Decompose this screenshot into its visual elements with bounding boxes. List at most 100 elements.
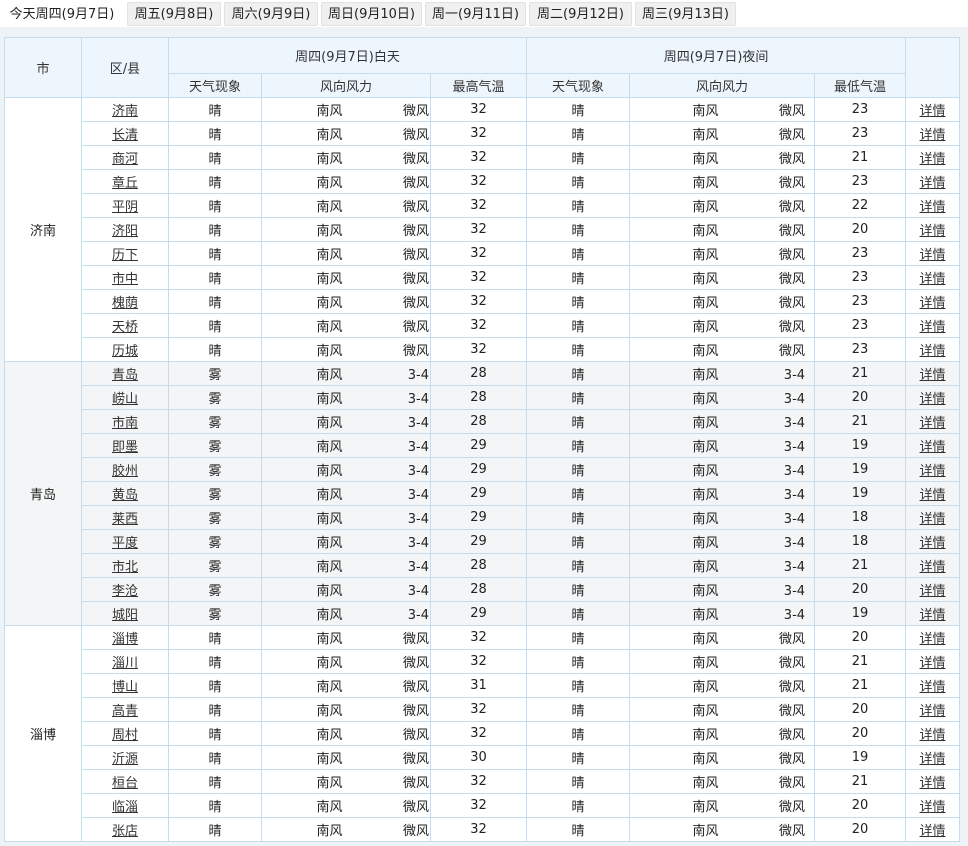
county-link[interactable]: 市南 xyxy=(112,416,138,431)
high-temp: 32 xyxy=(429,337,528,362)
county-link[interactable]: 桓台 xyxy=(112,776,138,791)
county-link[interactable]: 临淄 xyxy=(112,800,138,815)
detail-link[interactable]: 详情 xyxy=(920,704,946,719)
detail-link[interactable]: 详情 xyxy=(920,224,946,239)
day-weather: 晴 xyxy=(168,121,262,146)
county-link[interactable]: 沂源 xyxy=(112,752,138,767)
detail-link[interactable]: 详情 xyxy=(920,800,946,815)
detail-link[interactable]: 详情 xyxy=(920,344,946,359)
table-row: 天桥晴南风 微风 32 晴南风 微风 23 详情 xyxy=(5,313,961,338)
county-link[interactable]: 城阳 xyxy=(112,608,138,623)
tab-fri[interactable]: 周五(9月8日) xyxy=(127,2,221,26)
detail-link[interactable]: 详情 xyxy=(920,656,946,671)
county-link[interactable]: 市北 xyxy=(112,560,138,575)
detail-link[interactable]: 详情 xyxy=(920,248,946,263)
night-wind-direction: 南风 xyxy=(692,608,719,623)
detail-link[interactable]: 详情 xyxy=(920,752,946,767)
day-wind: 南风 微风 xyxy=(261,625,431,650)
county-cell: 市南 xyxy=(81,409,169,434)
county-link[interactable]: 市中 xyxy=(112,272,138,287)
night-weather: 晴 xyxy=(526,793,631,818)
high-temp: 28 xyxy=(429,409,528,434)
county-link[interactable]: 槐荫 xyxy=(112,296,138,311)
county-link[interactable]: 历城 xyxy=(112,344,138,359)
county-link[interactable]: 淄川 xyxy=(112,656,138,671)
day-wind-direction: 南风 xyxy=(316,296,343,311)
detail-link[interactable]: 详情 xyxy=(920,104,946,119)
day-wind-power: 微风 xyxy=(402,776,429,791)
county-link[interactable]: 崂山 xyxy=(112,392,138,407)
detail-link[interactable]: 详情 xyxy=(920,536,946,551)
day-wind: 南风 3-4 xyxy=(261,505,431,530)
header-high: 最高气温 xyxy=(429,73,528,98)
county-link[interactable]: 济南 xyxy=(112,104,138,119)
city-name: 青岛 xyxy=(4,361,82,626)
night-weather: 晴 xyxy=(526,745,631,770)
county-link[interactable]: 周村 xyxy=(112,728,138,743)
county-link[interactable]: 天桥 xyxy=(112,320,138,335)
county-link[interactable]: 章丘 xyxy=(112,176,138,191)
detail-link[interactable]: 详情 xyxy=(920,560,946,575)
county-link[interactable]: 平阴 xyxy=(112,200,138,215)
detail-link[interactable]: 详情 xyxy=(920,440,946,455)
detail-link[interactable]: 详情 xyxy=(920,728,946,743)
county-link[interactable]: 胶州 xyxy=(112,464,138,479)
county-link[interactable]: 长清 xyxy=(112,128,138,143)
county-cell: 历城 xyxy=(81,337,169,362)
detail-link[interactable]: 详情 xyxy=(920,416,946,431)
county-link[interactable]: 博山 xyxy=(112,680,138,695)
county-link[interactable]: 李沧 xyxy=(112,584,138,599)
detail-link[interactable]: 详情 xyxy=(920,632,946,647)
day-wind: 南风 微风 xyxy=(261,673,431,698)
day-wind-power: 3-4 xyxy=(407,464,429,479)
county-link[interactable]: 高青 xyxy=(112,704,138,719)
tab-wed[interactable]: 周三(9月13日) xyxy=(635,2,736,26)
county-link[interactable]: 青岛 xyxy=(112,368,138,383)
detail-link[interactable]: 详情 xyxy=(920,176,946,191)
detail-link[interactable]: 详情 xyxy=(920,776,946,791)
detail-link[interactable]: 详情 xyxy=(920,824,946,839)
detail-link[interactable]: 详情 xyxy=(920,584,946,599)
detail-link[interactable]: 详情 xyxy=(920,272,946,287)
day-weather: 晴 xyxy=(168,649,262,674)
tab-today[interactable]: 今天周四(9月7日) xyxy=(0,0,124,27)
night-wind: 南风 微风 xyxy=(629,649,816,674)
detail-link[interactable]: 详情 xyxy=(920,296,946,311)
day-wind-power: 微风 xyxy=(402,200,429,215)
day-wind-direction: 南风 xyxy=(316,464,343,479)
county-link[interactable]: 即墨 xyxy=(112,440,138,455)
day-wind: 南风 微风 xyxy=(261,769,431,794)
detail-link[interactable]: 详情 xyxy=(920,464,946,479)
tab-mon[interactable]: 周一(9月11日) xyxy=(425,2,526,26)
detail-link[interactable]: 详情 xyxy=(920,392,946,407)
detail-link[interactable]: 详情 xyxy=(920,512,946,527)
county-link[interactable]: 济阳 xyxy=(112,224,138,239)
detail-link[interactable]: 详情 xyxy=(920,680,946,695)
detail-link[interactable]: 详情 xyxy=(920,608,946,623)
county-link[interactable]: 历下 xyxy=(112,248,138,263)
tab-sat[interactable]: 周六(9月9日) xyxy=(224,2,318,26)
detail-link[interactable]: 详情 xyxy=(920,128,946,143)
day-wind: 南风 3-4 xyxy=(261,361,431,386)
county-link[interactable]: 平度 xyxy=(112,536,138,551)
detail-link[interactable]: 详情 xyxy=(920,320,946,335)
detail-link[interactable]: 详情 xyxy=(920,488,946,503)
low-temp: 22 xyxy=(814,193,907,218)
city-group-jinan: 济南 济南晴南风 微风 32 晴南风 微风 23 详情 长清晴南风 微风 32 晴南风 微风 23 详情 商河… xyxy=(4,97,961,362)
county-link[interactable]: 张店 xyxy=(112,824,138,839)
high-temp: 29 xyxy=(429,433,528,458)
county-cell: 沂源 xyxy=(81,745,169,770)
tab-sun[interactable]: 周日(9月10日) xyxy=(321,2,422,26)
night-wind: 南风 3-4 xyxy=(629,577,816,602)
county-cell: 桓台 xyxy=(81,769,169,794)
county-link[interactable]: 淄博 xyxy=(112,632,138,647)
low-temp: 23 xyxy=(814,121,907,146)
detail-link[interactable]: 详情 xyxy=(920,200,946,215)
detail-link[interactable]: 详情 xyxy=(920,152,946,167)
county-link[interactable]: 黄岛 xyxy=(112,488,138,503)
county-link[interactable]: 莱西 xyxy=(112,512,138,527)
night-weather: 晴 xyxy=(526,721,631,746)
tab-tue[interactable]: 周二(9月12日) xyxy=(529,2,632,26)
detail-link[interactable]: 详情 xyxy=(920,368,946,383)
county-link[interactable]: 商河 xyxy=(112,152,138,167)
